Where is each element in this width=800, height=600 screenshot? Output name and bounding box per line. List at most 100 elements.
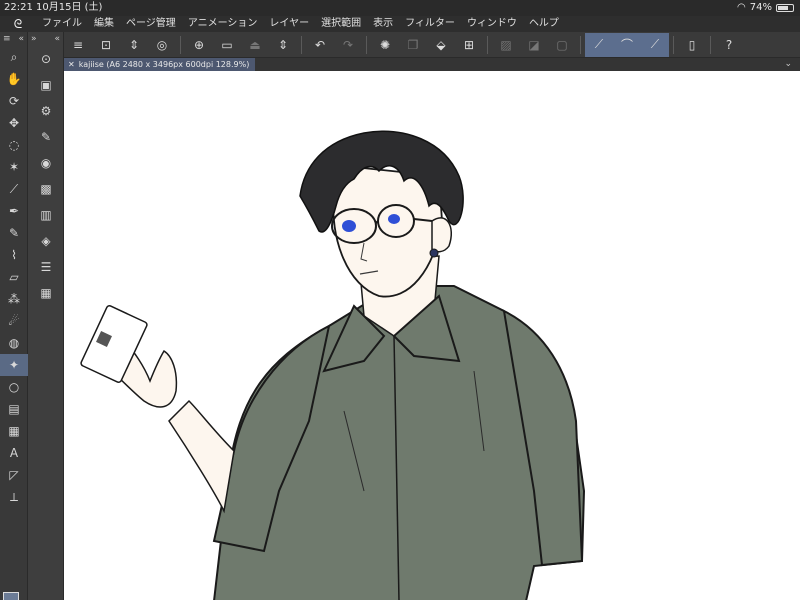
eye-left <box>342 220 356 232</box>
undo-icon[interactable]: ↶ <box>306 33 334 57</box>
layer-property-icon[interactable]: ▣ <box>28 72 64 98</box>
brush-icon[interactable]: ⌇ <box>0 244 28 266</box>
color-wheel-icon[interactable]: ◉ <box>28 150 64 176</box>
separator <box>301 35 302 54</box>
zoom-icon[interactable]: ⌕ <box>0 46 28 68</box>
menu-view[interactable]: 表示 <box>367 16 399 32</box>
app-window: 22:21 10月15日 (土) ◠ 74% ᘓ ファイル 編集 ページ管理 ア… <box>0 0 800 600</box>
layers-icon[interactable]: ☰ <box>28 254 64 280</box>
transform-icon[interactable]: ⊞ <box>455 33 483 57</box>
blend-icon[interactable]: ☄ <box>0 310 28 332</box>
status-date: 10月15日 (土) <box>36 2 103 13</box>
menu-animation[interactable]: アニメーション <box>182 16 264 32</box>
snap-group: ⟋ ⌒ ⟋ <box>585 32 669 57</box>
layer-search-icon[interactable]: ◈ <box>28 228 64 254</box>
loading-icon[interactable]: ✺ <box>371 33 399 57</box>
airbrush-icon[interactable]: ⁂ <box>0 288 28 310</box>
canvas-tab[interactable]: ✕ kajiise (A6 2480 x 3496px 600dpi 128.9… <box>64 58 256 71</box>
status-time: 22:21 <box>4 2 33 13</box>
timeline-icon[interactable]: ▦ <box>28 280 64 306</box>
ear <box>431 217 453 253</box>
close-icon[interactable]: ✕ <box>68 58 75 71</box>
canvas-tab-title: kajiise (A6 2480 x 3496px 600dpi 128.9%) <box>78 60 250 69</box>
pencil-icon[interactable]: ✎ <box>0 222 28 244</box>
new-icon[interactable]: ⊡ <box>92 33 120 57</box>
arm <box>168 399 235 514</box>
device-icon[interactable]: ▯ <box>678 33 706 57</box>
material-icon[interactable]: ▥ <box>28 202 64 228</box>
layer-icon[interactable]: ❐ <box>399 33 427 57</box>
status-bar: 22:21 10月15日 (土) ◠ 74% <box>0 0 800 16</box>
half-icon[interactable]: ◪ <box>520 33 548 57</box>
chevron-down-icon[interactable]: ⌄ <box>784 58 792 71</box>
save-icon[interactable]: ⏏ <box>241 33 269 57</box>
battery-level <box>778 6 788 10</box>
menu-window[interactable]: ウィンドウ <box>461 16 523 32</box>
import-icon[interactable]: ⊕ <box>185 33 213 57</box>
frame-icon[interactable]: ▦ <box>0 420 28 442</box>
pen-icon[interactable]: ✒ <box>0 200 28 222</box>
spiral-icon[interactable]: ◎ <box>148 33 176 57</box>
rotate-icon[interactable]: ⟳ <box>0 90 28 112</box>
menu-bar: ᘓ ファイル 編集 ページ管理 アニメーション レイヤー 選択範囲 表示 フィル… <box>0 16 800 32</box>
snap-curve-icon[interactable]: ⌒ <box>613 33 641 57</box>
menu-help[interactable]: ヘルプ <box>523 16 565 32</box>
collapse-icon[interactable]: « <box>18 32 24 46</box>
square-icon[interactable]: ▢ <box>548 33 576 57</box>
menu-selection[interactable]: 選択範囲 <box>315 16 367 32</box>
separator <box>366 35 367 54</box>
earring <box>429 248 439 258</box>
text-icon[interactable]: A <box>0 442 28 464</box>
battery-icon <box>776 4 794 12</box>
balloon-icon[interactable]: ◸ <box>0 464 28 486</box>
redo-icon[interactable]: ↷ <box>334 33 362 57</box>
menu-edit[interactable]: 編集 <box>88 16 120 32</box>
sub-tool-palette: » « ⊙ ▣ ⚙ ✎ ◉ ▩ ▥ ◈ ☰ ▦ <box>28 32 64 600</box>
hide-icon[interactable]: ▨ <box>492 33 520 57</box>
figure-icon[interactable]: ○ <box>0 376 28 398</box>
canvas-tab-bar: ✕ kajiise (A6 2480 x 3496px 600dpi 128.9… <box>64 58 800 71</box>
separator <box>487 35 488 54</box>
open-icon[interactable]: ▭ <box>213 33 241 57</box>
illustration <box>80 130 586 600</box>
fill-bucket-icon[interactable]: ⬙ <box>427 33 455 57</box>
separator <box>710 35 711 54</box>
battery-percent: 74% <box>749 2 772 13</box>
lasso-icon[interactable]: ◌ <box>0 134 28 156</box>
menu-icon[interactable]: ≡ <box>3 32 11 46</box>
menu-file[interactable]: ファイル <box>36 16 88 32</box>
eraser-icon[interactable]: ▱ <box>0 266 28 288</box>
hand-icon[interactable]: ✋ <box>0 68 28 90</box>
canvas[interactable] <box>64 71 800 600</box>
magic-wand-icon[interactable]: ✶ <box>0 156 28 178</box>
snap-special-icon[interactable]: ⟋ <box>641 33 669 57</box>
menu-icon[interactable]: ≡ <box>64 33 92 57</box>
status-right: ◠ 74% <box>737 0 794 16</box>
navigator-icon[interactable]: ⊙ <box>28 46 64 72</box>
tool-property-icon[interactable]: ⚙ <box>28 98 64 124</box>
move-icon[interactable]: ✥ <box>0 112 28 134</box>
separator <box>673 35 674 54</box>
expand-icon[interactable]: » <box>31 32 37 46</box>
decoration-icon[interactable]: ✦ <box>0 354 28 376</box>
ruler-icon[interactable]: ⟂ <box>0 486 28 508</box>
snap-line-icon[interactable]: ⟋ <box>585 33 613 57</box>
fill-icon[interactable]: ◍ <box>0 332 28 354</box>
sub-tool-header: » « <box>28 32 63 46</box>
app-logo-icon[interactable]: ᘓ <box>0 16 36 32</box>
collapse-icon[interactable]: « <box>54 32 60 46</box>
gradient-icon[interactable]: ▤ <box>0 398 28 420</box>
eyedropper-icon[interactable]: ⟋ <box>0 178 28 200</box>
menu-page[interactable]: ページ管理 <box>120 16 182 32</box>
arrows-icon[interactable]: ⇕ <box>269 33 297 57</box>
menu-layer[interactable]: レイヤー <box>263 16 315 32</box>
color-set-icon[interactable]: ▩ <box>28 176 64 202</box>
main-color-swatch[interactable] <box>3 592 19 600</box>
separator <box>580 35 581 54</box>
help-icon[interactable]: ? <box>715 33 743 57</box>
menu-filter[interactable]: フィルター <box>399 16 461 32</box>
command-bar: ≡ ⊡ ⇕ ◎ ⊕ ▭ ⏏ ⇕ ↶ ↷ ✺ ❐ ⬙ ⊞ ▨ ◪ ▢ ⟋ ⌒ ⟋ … <box>64 32 800 58</box>
brush-size-icon[interactable]: ✎ <box>28 124 64 150</box>
wifi-icon: ◠ <box>737 2 746 13</box>
arrows-icon[interactable]: ⇕ <box>120 33 148 57</box>
